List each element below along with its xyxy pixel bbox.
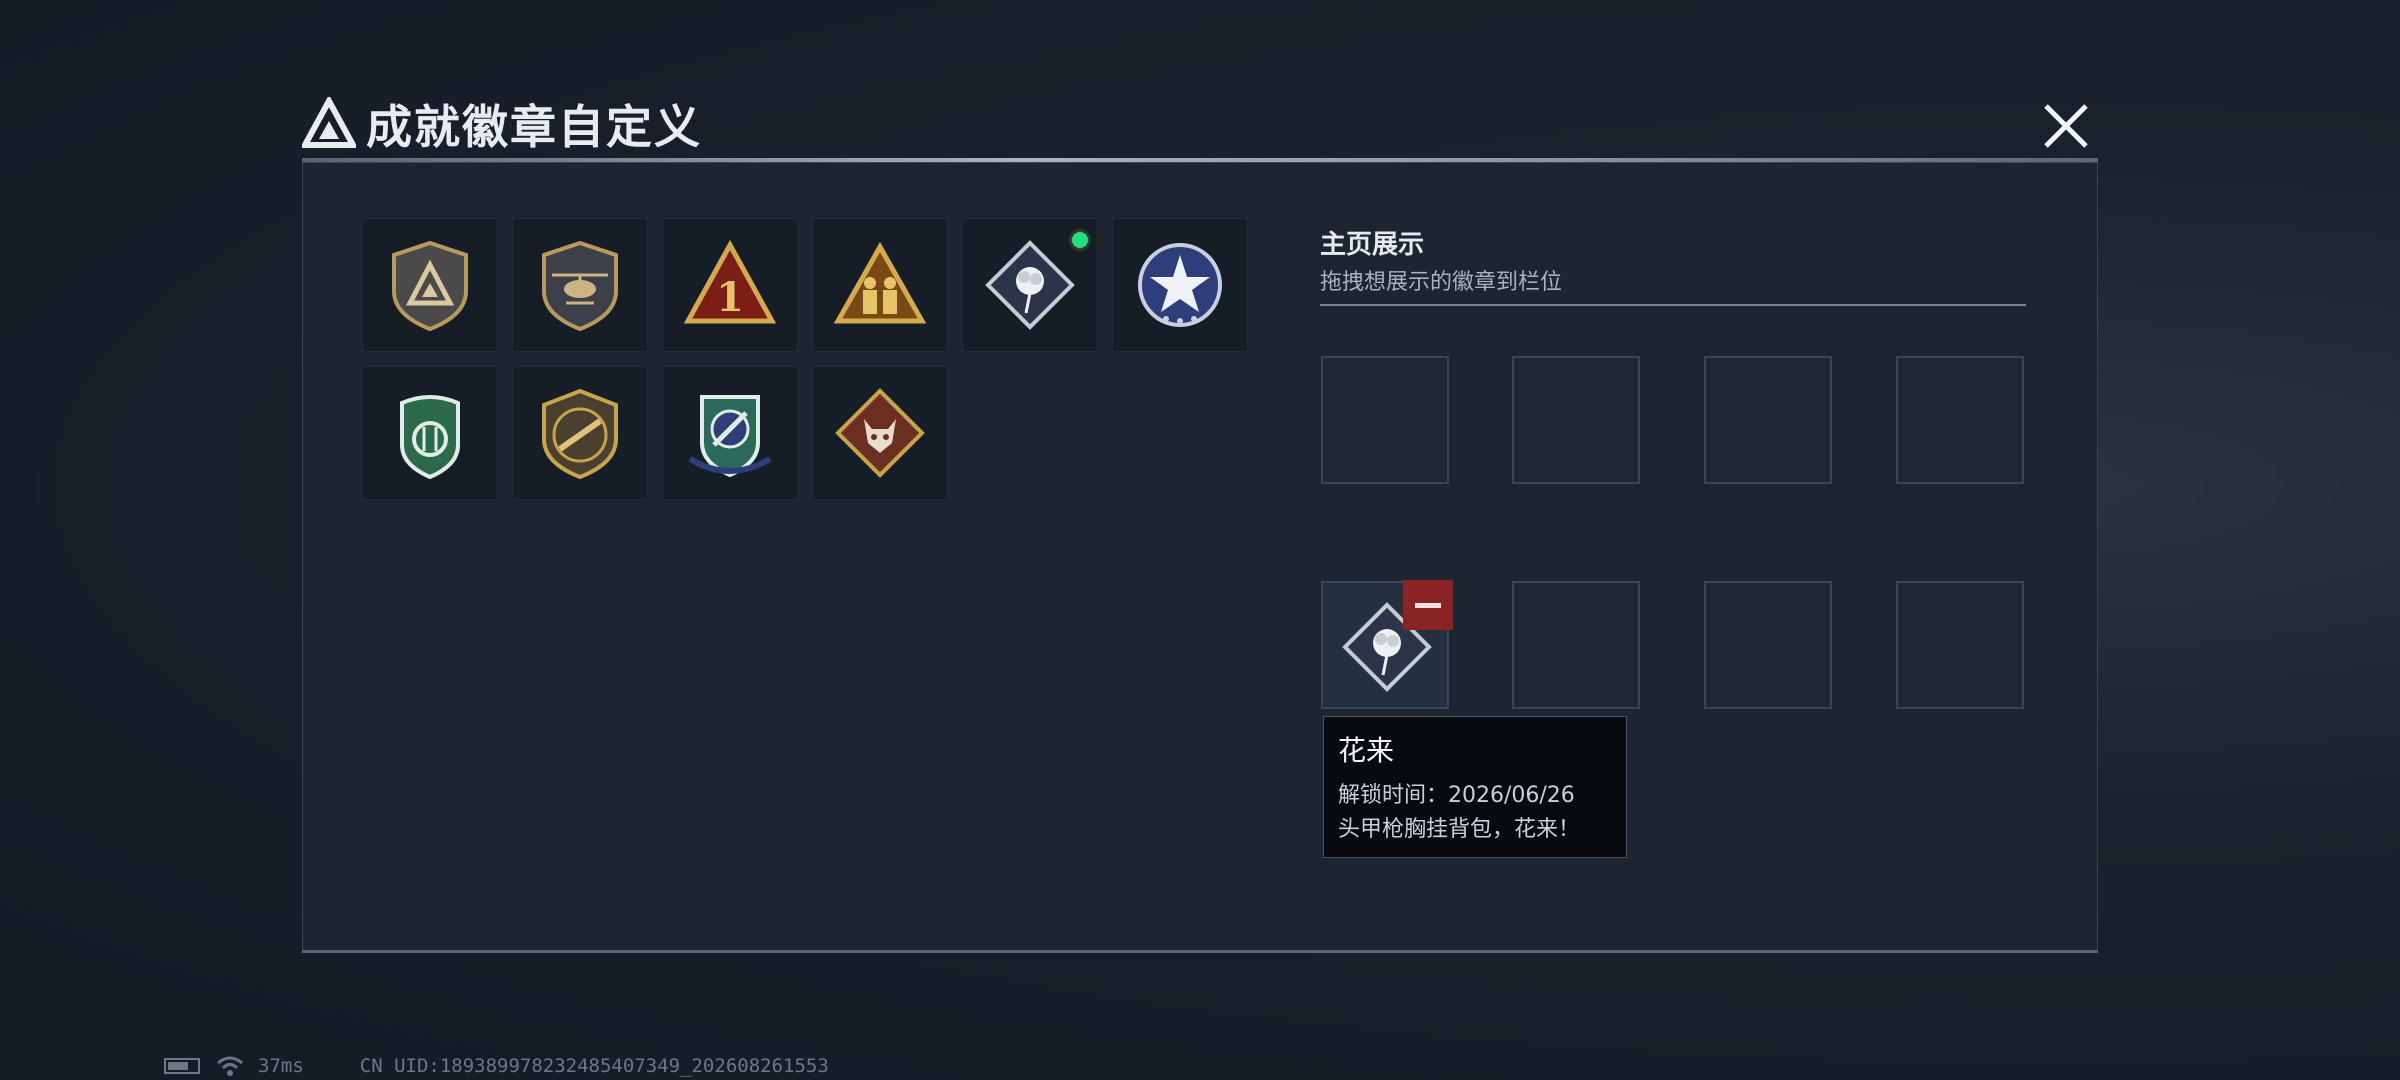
badge-cell[interactable] <box>362 366 498 500</box>
showcase-slot[interactable] <box>1896 581 2024 709</box>
close-button[interactable] <box>2038 98 2094 154</box>
showcase-slot[interactable] <box>1512 356 1640 484</box>
showcase-slot[interactable] <box>1321 356 1449 484</box>
number-one-triangle-badge-icon: 1 <box>683 239 777 324</box>
wolf-diamond-badge-icon <box>835 388 925 478</box>
blue-crest-badge-icon <box>688 395 772 478</box>
tooltip-unlock-time: 解锁时间：2026/06/26 <box>1338 783 1575 808</box>
badge-cell[interactable] <box>362 218 498 352</box>
rifle-shield-badge-icon <box>542 388 618 480</box>
soldiers-triangle-badge-icon <box>833 241 927 324</box>
status-bar: 37ms CN UID:1893899782324854073­49_20260… <box>164 1055 829 1077</box>
minus-icon <box>1415 602 1441 608</box>
ping-value: 37ms <box>258 1055 304 1077</box>
showcase-subtitle: 拖拽想展示的徽章到栏位 <box>1320 270 1563 295</box>
badge-cell[interactable] <box>812 218 948 352</box>
star-round-badge-icon <box>1138 243 1222 327</box>
badge-cell[interactable]: 1 <box>662 218 798 352</box>
close-icon <box>2044 104 2088 148</box>
wifi-icon <box>217 1056 243 1076</box>
battery-icon <box>164 1058 200 1074</box>
dialog-title: 成就徽章自定义 <box>366 100 702 154</box>
triangle-logo-icon <box>302 97 356 148</box>
badge-tooltip: 花来 解锁时间：2026/06/26 头甲枪胸挂背包，花来！ <box>1323 716 1627 858</box>
tooltip-description: 头甲枪胸挂背包，花来！ <box>1338 817 1581 842</box>
showcase-title: 主页展示 <box>1320 230 1425 260</box>
badge-grid: 1 <box>362 218 1248 500</box>
badge-cell[interactable] <box>662 366 798 500</box>
remove-badge-button[interactable] <box>1403 580 1453 630</box>
tooltip-badge-name: 花来 <box>1338 734 1395 767</box>
panel-bottom-border <box>302 950 2098 953</box>
badge-cell[interactable] <box>812 366 948 500</box>
green-shield-badge-icon <box>400 395 460 480</box>
showcase-slot[interactable] <box>1704 581 1832 709</box>
badge-cell[interactable] <box>962 218 1098 352</box>
badge-cell[interactable] <box>512 218 648 352</box>
flower-diamond-badge-icon <box>985 240 1075 330</box>
new-badge-indicator <box>1069 229 1091 251</box>
showcase-slot[interactable] <box>1704 356 1832 484</box>
divider <box>1320 304 2026 306</box>
triangle-logo-shield-badge-icon <box>392 240 468 332</box>
svg-text:1: 1 <box>716 274 744 321</box>
showcase-slot[interactable] <box>1512 581 1640 709</box>
showcase-slot[interactable] <box>1896 356 2024 484</box>
badge-cell[interactable] <box>512 366 648 500</box>
badge-cell[interactable] <box>1112 218 1248 352</box>
uid-text: CN UID:1893899782324854073­49_2026082615… <box>359 1055 829 1077</box>
helicopter-shield-badge-icon <box>542 240 618 332</box>
dialog-header: 成就徽章自定义 <box>302 92 702 156</box>
